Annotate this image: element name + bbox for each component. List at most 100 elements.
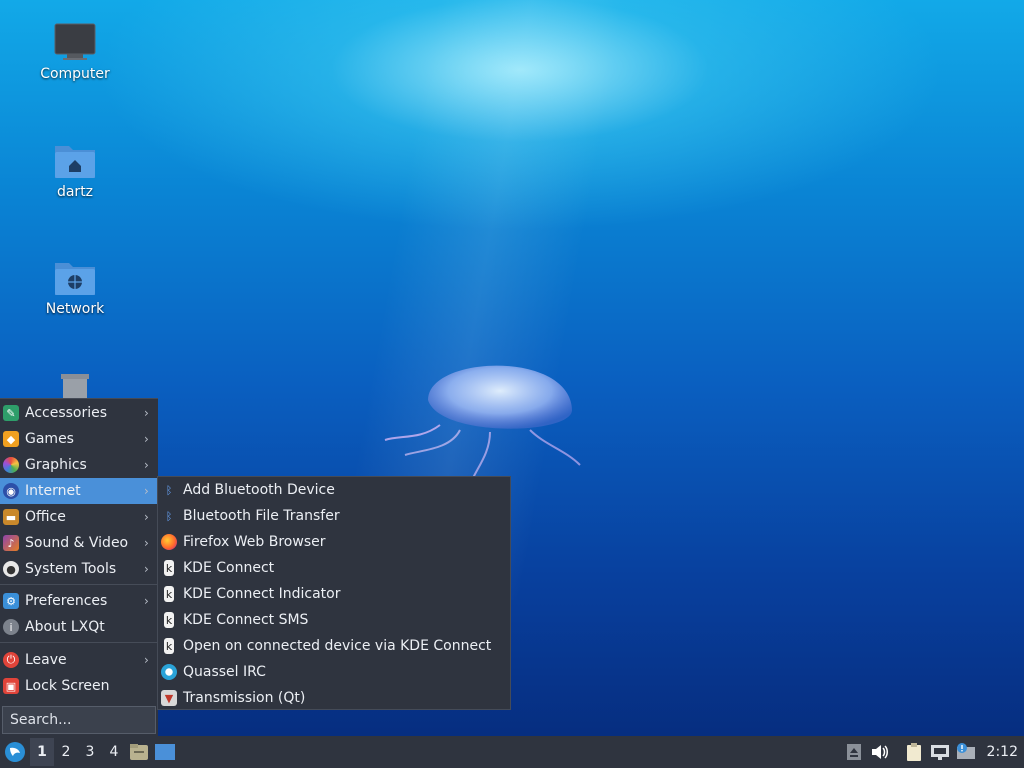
submenu-item-kde-connect-indicator[interactable]: k KDE Connect Indicator (158, 581, 510, 607)
system-tools-icon: ● (3, 561, 19, 577)
menu-item-label: Office (25, 509, 66, 525)
power-icon: ⏻ (3, 652, 19, 668)
menu-item-label: Leave (25, 652, 67, 668)
bluetooth-icon: ᛒ (165, 509, 173, 523)
menu-item-leave[interactable]: ⏻ Leave › (0, 647, 158, 673)
info-icon: i (3, 619, 19, 635)
accessories-icon: ✎ (3, 405, 19, 421)
chevron-right-icon: › (144, 536, 149, 550)
menu-item-label: System Tools (25, 561, 117, 577)
menu-item-label: Games (25, 431, 74, 447)
workspace-4[interactable]: 4 (102, 738, 126, 766)
chevron-right-icon: › (144, 594, 149, 608)
workspace-2[interactable]: 2 (54, 738, 78, 766)
menu-item-sound-video[interactable]: ♪ Sound & Video › (0, 530, 158, 556)
menu-search-input[interactable]: Search... (2, 706, 156, 734)
file-manager-launcher[interactable] (126, 738, 152, 766)
submenu-item-label: KDE Connect Indicator (183, 586, 341, 602)
submenu-item-add-bluetooth[interactable]: ᛒ Add Bluetooth Device (158, 477, 510, 503)
desktop-icon-label: Network (45, 301, 105, 317)
menu-item-label: Graphics (25, 457, 87, 473)
start-menu-button[interactable] (0, 736, 30, 768)
submenu-item-label: Firefox Web Browser (183, 534, 326, 550)
submenu-item-open-on-device[interactable]: k Open on connected device via KDE Conne… (158, 633, 510, 659)
application-menu: ✎ Accessories › ◆ Games › Graphics › ◉ I… (0, 398, 158, 737)
lock-icon: ▣ (3, 678, 19, 694)
graphics-icon (3, 457, 19, 473)
desktop-icon-label: dartz (56, 184, 94, 200)
office-icon: ▬ (3, 509, 19, 525)
menu-item-about[interactable]: i About LXQt (0, 614, 158, 640)
submenu-item-label: Bluetooth File Transfer (183, 508, 340, 524)
menu-item-label: Accessories (25, 405, 108, 421)
network-button[interactable] (927, 738, 953, 766)
workspace-1[interactable]: 1 (30, 738, 54, 766)
show-desktop-button[interactable] (152, 738, 178, 766)
preferences-icon: ⚙ (3, 593, 19, 609)
desktop-icon-home[interactable]: dartz (20, 140, 130, 200)
menu-item-lock-screen[interactable]: ▣ Lock Screen (0, 673, 158, 699)
update-notifier-button[interactable] (953, 738, 979, 766)
menu-item-label: About LXQt (25, 619, 105, 635)
firefox-icon (161, 534, 177, 550)
submenu-item-label: Quassel IRC (183, 664, 266, 680)
quassel-icon (161, 664, 177, 680)
submenu-item-label: KDE Connect (183, 560, 275, 576)
menu-item-preferences[interactable]: ⚙ Preferences › (0, 588, 158, 614)
menu-item-office[interactable]: ▬ Office › (0, 504, 158, 530)
submenu-item-label: Open on connected device via KDE Connect (183, 638, 492, 654)
desktop-icon-trash[interactable] (20, 372, 130, 398)
submenu-item-kde-connect[interactable]: k KDE Connect (158, 555, 510, 581)
menu-item-graphics[interactable]: Graphics › (0, 452, 158, 478)
network-folder-icon (55, 263, 95, 295)
menu-item-label: Internet (25, 483, 81, 499)
file-manager-icon (130, 744, 148, 760)
submenu-item-kde-connect-sms[interactable]: k KDE Connect SMS (158, 607, 510, 633)
menu-item-system-tools[interactable]: ● System Tools › (0, 556, 158, 582)
clock[interactable]: 2:12 (979, 744, 1024, 760)
trash-icon (61, 374, 89, 398)
menu-separator (0, 642, 158, 643)
wired-network-icon (930, 745, 949, 760)
eject-button[interactable] (841, 738, 867, 766)
menu-item-label: Sound & Video (25, 535, 129, 551)
submenu-item-quassel[interactable]: Quassel IRC (158, 659, 510, 685)
jellyfish-wallpaper (384, 365, 581, 486)
submenu-item-bluetooth-transfer[interactable]: ᛒ Bluetooth File Transfer (158, 503, 510, 529)
chevron-right-icon: › (144, 458, 149, 472)
chevron-right-icon: › (144, 432, 149, 446)
kdeconnect-icon: k (164, 560, 174, 576)
menu-item-label: Lock Screen (25, 678, 110, 694)
system-tray: 2:12 (841, 736, 1024, 768)
computer-icon (54, 23, 96, 60)
menu-item-games[interactable]: ◆ Games › (0, 426, 158, 452)
internet-icon: ◉ (3, 483, 19, 499)
clipboard-icon (906, 743, 921, 761)
submenu-item-label: Transmission (Qt) (183, 690, 306, 706)
desktop-icon-computer[interactable]: Computer (20, 22, 130, 82)
chevron-right-icon: › (144, 562, 149, 576)
chevron-right-icon: › (144, 406, 149, 420)
kdeconnect-icon: k (164, 638, 174, 654)
desktop-icon-label: Computer (40, 66, 110, 82)
home-folder-icon (55, 146, 95, 178)
transmission-icon: ▼ (161, 690, 177, 706)
lxqt-logo-icon (5, 742, 25, 762)
desktop-icon (155, 744, 175, 760)
eject-icon (846, 744, 861, 760)
desktop-icon-network[interactable]: Network (20, 257, 130, 317)
bluetooth-icon: ᛒ (165, 483, 173, 497)
clipboard-button[interactable] (901, 738, 927, 766)
volume-button[interactable] (867, 738, 893, 766)
update-notification-icon (956, 743, 975, 759)
menu-item-accessories[interactable]: ✎ Accessories › (0, 400, 158, 426)
workspace-3[interactable]: 3 (78, 738, 102, 766)
chevron-right-icon: › (144, 653, 149, 667)
speaker-icon (871, 745, 888, 759)
taskbar: 1 2 3 4 2:12 (0, 736, 1024, 768)
submenu-item-label: KDE Connect SMS (183, 612, 309, 628)
menu-item-internet[interactable]: ◉ Internet › (0, 478, 158, 504)
multimedia-icon: ♪ (3, 535, 19, 551)
submenu-item-firefox[interactable]: Firefox Web Browser (158, 529, 510, 555)
submenu-item-transmission[interactable]: ▼ Transmission (Qt) (158, 685, 510, 711)
